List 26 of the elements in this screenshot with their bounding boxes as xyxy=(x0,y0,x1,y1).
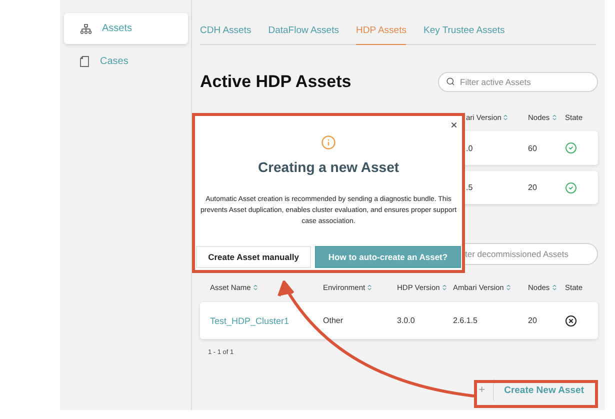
sort-icon[interactable] xyxy=(550,284,558,290)
table-cell-text: 20 xyxy=(528,183,538,192)
dialog-title: Creating a new Asset xyxy=(258,159,400,175)
hierarchy-icon xyxy=(80,24,92,34)
sort-icon[interactable] xyxy=(252,284,259,290)
info-icon xyxy=(321,135,336,150)
table-row[interactable]: Test_HDP_Cluster1 Other 3.0.0 2.6.1.5 20 xyxy=(200,302,598,339)
table-cell-text: 20 xyxy=(528,316,538,325)
close-button[interactable] xyxy=(450,121,458,129)
table-cell-text: .0 xyxy=(465,144,474,152)
search-icon xyxy=(446,77,455,86)
sort-icon[interactable] xyxy=(550,114,558,120)
section-title: Active HDP Assets xyxy=(200,72,352,92)
sort-icon[interactable] xyxy=(504,284,512,290)
table-cell-text: 60 xyxy=(528,144,538,152)
document-icon xyxy=(80,56,90,67)
sort-icon[interactable] xyxy=(366,284,374,290)
search-field[interactable]: ter decommissioned Assets xyxy=(464,243,598,265)
table-cell-text: 2.6.1.5 xyxy=(453,316,478,325)
table-cell-text: Other xyxy=(323,316,344,325)
table-cell-text: .5 xyxy=(465,183,474,192)
dialog-button[interactable]: Create Asset manually xyxy=(196,246,311,268)
sort-icon[interactable] xyxy=(440,284,448,290)
search-field[interactable]: Filter active Assets xyxy=(438,72,598,92)
sort-icon[interactable] xyxy=(502,114,510,120)
table-cell-text: 3.0.0 xyxy=(397,316,416,325)
